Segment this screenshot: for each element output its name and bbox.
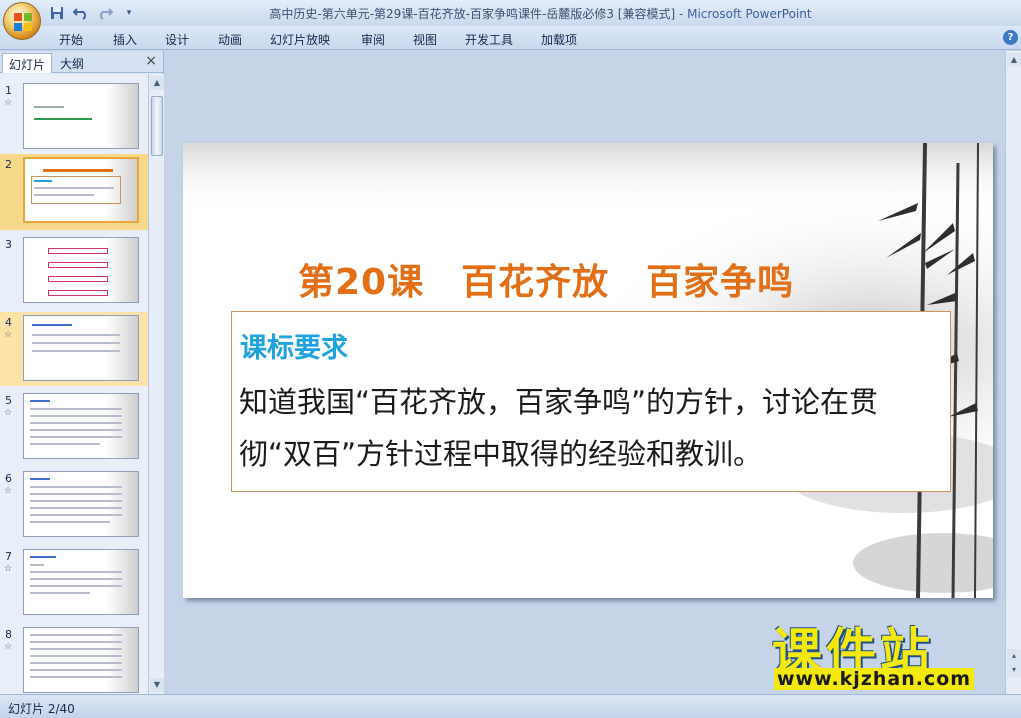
tab-insert[interactable]: 插入 (113, 31, 137, 48)
slide-preview (23, 237, 139, 303)
tab-outline[interactable]: 大纲 (54, 53, 90, 73)
slide-thumbnail-list: 1 ☆ 2 3 4 ☆ 5 ☆ 6 ☆ 7 ☆ 8 ☆ (0, 74, 148, 694)
animation-star-icon: ☆ (4, 330, 13, 340)
watermark-url: www.kjzhan.com (774, 668, 975, 690)
slide-number: 7 (5, 550, 12, 563)
app-name: - Microsoft PowerPoint (675, 7, 812, 21)
slide-counter: 幻灯片 2/40 (8, 702, 75, 716)
office-logo-icon (14, 13, 32, 31)
window-title: 高中历史-第六单元-第29课-百花齐放-百家争鸣课件-岳麓版必修3 [兼容模式]… (0, 5, 1021, 22)
tab-slides[interactable]: 幻灯片 (2, 53, 53, 73)
animation-star-icon: ☆ (4, 98, 13, 108)
slide-preview (23, 315, 139, 381)
scroll-up-icon[interactable]: ▲ (1007, 53, 1021, 67)
slide-thumbnail-5[interactable]: 5 ☆ (0, 390, 148, 464)
ribbon-tab-bar: 开始 插入 设计 动画 幻灯片放映 审阅 视图 开发工具 加载项 ? (0, 26, 1021, 50)
slide-number: 1 (5, 84, 12, 97)
slide[interactable]: 第20课 百花齐放 百家争鸣 课标要求 知道我国“百花齐放，百家争鸣”的方针，讨… (183, 143, 993, 598)
requirement-heading: 课标要求 (240, 333, 348, 364)
office-button[interactable] (3, 2, 41, 40)
title-bar: ▾ 高中历史-第六单元-第29课-百花齐放-百家争鸣课件-岳麓版必修3 [兼容模… (0, 0, 1021, 26)
scrollbar-thumb[interactable] (151, 96, 163, 156)
close-icon[interactable]: × (145, 53, 157, 69)
slide-editing-area: 第20课 百花齐放 百家争鸣 课标要求 知道我国“百花齐放，百家争鸣”的方针，讨… (165, 51, 1005, 694)
slides-panel: 幻灯片 大纲 × 1 ☆ 2 3 4 ☆ 5 ☆ 6 ☆ 7 ☆ 8 ☆ ▲ ▼ (0, 51, 164, 694)
slide-preview (23, 549, 139, 615)
slide-thumbnail-3[interactable]: 3 (0, 234, 148, 308)
document-title: 高中历史-第六单元-第29课-百花齐放-百家争鸣课件-岳麓版必修3 [兼容模式] (269, 7, 676, 21)
tab-animations[interactable]: 动画 (218, 31, 242, 48)
animation-star-icon: ☆ (4, 486, 13, 496)
thumbnail-scrollbar[interactable]: ▲ ▼ (148, 74, 164, 694)
slide-preview (23, 157, 139, 223)
animation-star-icon: ☆ (4, 642, 13, 652)
tab-slideshow[interactable]: 幻灯片放映 (270, 31, 330, 48)
status-bar: 幻灯片 2/40 (0, 694, 1021, 718)
slide-preview (23, 393, 139, 459)
slide-preview (23, 627, 139, 693)
tab-design[interactable]: 设计 (165, 31, 189, 48)
slide-number: 6 (5, 472, 12, 485)
slide-preview (23, 471, 139, 537)
animation-star-icon: ☆ (4, 408, 13, 418)
slide-title[interactable]: 第20课 百花齐放 百家争鸣 (298, 253, 794, 305)
slide-thumbnail-1[interactable]: 1 ☆ (0, 80, 148, 152)
tab-addins[interactable]: 加载项 (541, 31, 577, 48)
slide-number: 2 (5, 158, 12, 171)
slide-thumbnail-6[interactable]: 6 ☆ (0, 468, 148, 542)
animation-star-icon: ☆ (4, 564, 13, 574)
slide-number: 5 (5, 394, 12, 407)
scroll-down-icon[interactable]: ▼ (150, 678, 164, 692)
slide-thumbnail-2[interactable]: 2 (0, 154, 148, 230)
slide-preview (23, 83, 139, 149)
tab-home[interactable]: 开始 (59, 31, 83, 48)
watermark-logo: 课件站 www.kjzhan.com (772, 612, 1012, 692)
panel-tab-bar: 幻灯片 大纲 × (0, 51, 163, 73)
tab-review[interactable]: 审阅 (361, 31, 385, 48)
scroll-up-icon[interactable]: ▲ (150, 76, 164, 90)
tab-view[interactable]: 视图 (413, 31, 437, 48)
slide-thumbnail-8[interactable]: 8 ☆ (0, 624, 148, 694)
tab-developer[interactable]: 开发工具 (465, 31, 513, 48)
slide-thumbnail-7[interactable]: 7 ☆ (0, 546, 148, 620)
slide-number: 3 (5, 238, 12, 251)
slide-number: 8 (5, 628, 12, 641)
requirement-body: 知道我国“百花齐放，百家争鸣”的方针，讨论在贯彻“双百”方针过程中取得的经验和教… (239, 385, 879, 471)
slide-number: 4 (5, 316, 12, 329)
help-icon[interactable]: ? (1003, 30, 1018, 45)
slide-scrollbar[interactable]: ▲ ▴ ▾ (1005, 51, 1021, 694)
slide-thumbnail-4[interactable]: 4 ☆ (0, 312, 148, 386)
requirement-textbox[interactable]: 课标要求 知道我国“百花齐放，百家争鸣”的方针，讨论在贯彻“双百”方针过程中取得… (231, 311, 951, 492)
